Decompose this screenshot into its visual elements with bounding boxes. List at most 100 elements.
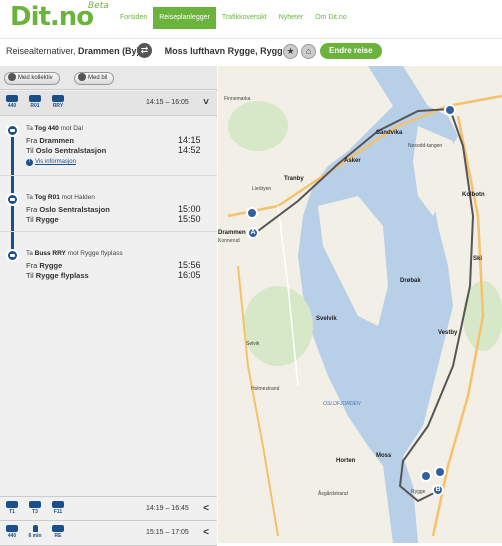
alternative-legs: 440 6 min RE [3,525,67,539]
step-vehicle: Tog 440 [34,125,59,132]
alternative-row[interactable]: 440 R01 RRY 14:15 – 16:05 ˅ [0,91,217,116]
park-area [243,286,313,366]
info-icon: ! [26,159,33,166]
step-to: Til Rygge flyplass [26,271,89,280]
to-label: Til [26,271,34,280]
leg: F11 [49,501,67,515]
transit-mode-label: Med kollektiv [18,75,53,81]
map-label: Selvik [246,341,260,347]
map-label: Nesodd-tangen [408,143,443,149]
leg: 440 [3,95,21,109]
departure-time: 15:56 [178,260,201,270]
from-label: Fra [26,136,38,145]
leg: T3 [26,501,44,515]
map-label: Tranby [284,176,304,182]
chevron-left-icon[interactable]: < [203,503,209,514]
departure-time: 14:15 [178,135,201,145]
route-line [11,127,14,257]
map-label: Holmestrand [251,386,280,392]
map-label: Kolbotn [462,192,485,198]
leg-code: T3 [32,509,38,515]
train-stop-icon[interactable] [444,104,456,116]
swap-arrows-icon[interactable]: ⇄ [137,43,152,58]
nav-forsiden[interactable]: Forsiden [114,7,153,29]
from-stop: Rygge [39,261,63,270]
change-trip-button[interactable]: Endre reise [320,43,382,59]
leg: RRY [49,95,67,109]
mode-tabs: Med kollektiv Med bil [0,66,217,90]
step-to: Til Oslo Sentralstasjon [26,146,106,155]
leg-code: 440 [7,533,17,539]
leg: 6 min [26,525,44,539]
leg-code: T1 [9,509,15,515]
nav-reiseplanlegger[interactable]: Reiseplanlegger [153,7,216,29]
step-heading: Ta Tog R01 mot Halden [26,194,95,201]
arrival-time: 16:05 [178,270,201,280]
step-suffix: mot Rygge flyplass [65,250,123,257]
step-vehicle: Buss RRY [34,250,66,257]
alternative-details: Ta Tog 440 mot Dal Fra Drammen Til Oslo … [0,117,217,497]
step-prefix: Ta [26,194,35,201]
map-label: OSLOFJORDEN [323,401,361,407]
train-icon [52,525,64,532]
car-mode-button[interactable]: Med bil [74,72,115,85]
alternative-time: 14:19 – 16:45 [146,505,189,512]
step-to: Til Rygge [26,215,59,224]
divider [0,231,217,232]
from-stop: Drammen [39,136,74,145]
main-nav: Forsiden Reiseplanlegger Trafikkoversikt… [114,7,353,31]
train-icon [6,525,18,532]
bus-stop-icon[interactable] [420,470,432,482]
arrival-time: 14:52 [178,145,201,155]
car-icon [78,73,86,82]
map-label: Drøbak [400,278,421,284]
leg: T1 [3,501,21,515]
arrival-time: 15:50 [178,214,201,224]
step-from: Fra Rygge [26,261,62,270]
beta-label: Beta [88,1,109,11]
transit-icon [8,73,16,82]
alternative-row[interactable]: 440 6 min RE 15:15 – 17:05 < [0,521,217,546]
map-label: Drammen [218,230,246,236]
train-icon [29,95,41,102]
train-stop-icon[interactable] [246,207,258,219]
transit-mode-button[interactable]: Med kollektiv [4,72,60,85]
from-label: Fra [26,205,38,214]
alternative-time: 14:15 – 16:05 [146,99,189,106]
map-label: Sandvika [376,130,403,136]
logo-text: Dit.no [10,2,94,32]
step-prefix: Ta [26,125,35,132]
alternative-legs: 440 R01 RRY [3,95,67,109]
from-stop: Oslo Sentralstasjon [39,205,110,214]
leg-code: F11 [53,509,63,515]
chevron-down-icon[interactable]: ˅ [203,97,209,108]
leg: RE [49,525,67,539]
alternative-time: 15:15 – 17:05 [146,529,189,536]
nav-trafikkoversikt[interactable]: Trafikkoversikt [216,7,273,29]
leg-code: RE [54,533,62,539]
step-from: Fra Drammen [26,136,74,145]
nav-nyheter[interactable]: Nyheter [273,7,310,29]
step-suffix: mot Dal [58,125,83,132]
show-info-link[interactable]: ! Vis informasjon [26,159,76,166]
favorite-star-icon[interactable]: ★ [283,44,298,59]
map-label: Vestby [438,330,458,336]
step-heading: Ta Buss RRY mot Rygge flyplass [26,250,123,257]
map-label: Ski [473,256,483,262]
route-bar: Reisealternativer, Drammen (By) Moss luf… [0,38,502,64]
route-from: Drammen (By) [78,46,140,56]
step-suffix: mot Halden [59,194,95,201]
leg: 440 [3,525,21,539]
bus-icon [29,501,41,508]
nav-om-dit[interactable]: Om Dit.no [309,7,353,29]
departure-time: 15:00 [178,204,201,214]
site-logo[interactable]: Dit.no Beta [10,1,109,32]
route-map[interactable]: Finnemarka Sandvika Asker Nesodd-tangen … [218,66,502,543]
home-icon[interactable]: ⌂ [301,44,316,59]
alternative-row[interactable]: T1 T3 F11 14:19 – 16:45 < [0,496,217,521]
start-marker-a[interactable]: A [247,227,259,239]
chevron-left-icon[interactable]: < [203,527,209,538]
map-label: Finnemarka [224,96,251,102]
end-marker-b[interactable]: B [432,484,444,496]
bus-stop-icon[interactable] [434,466,446,478]
